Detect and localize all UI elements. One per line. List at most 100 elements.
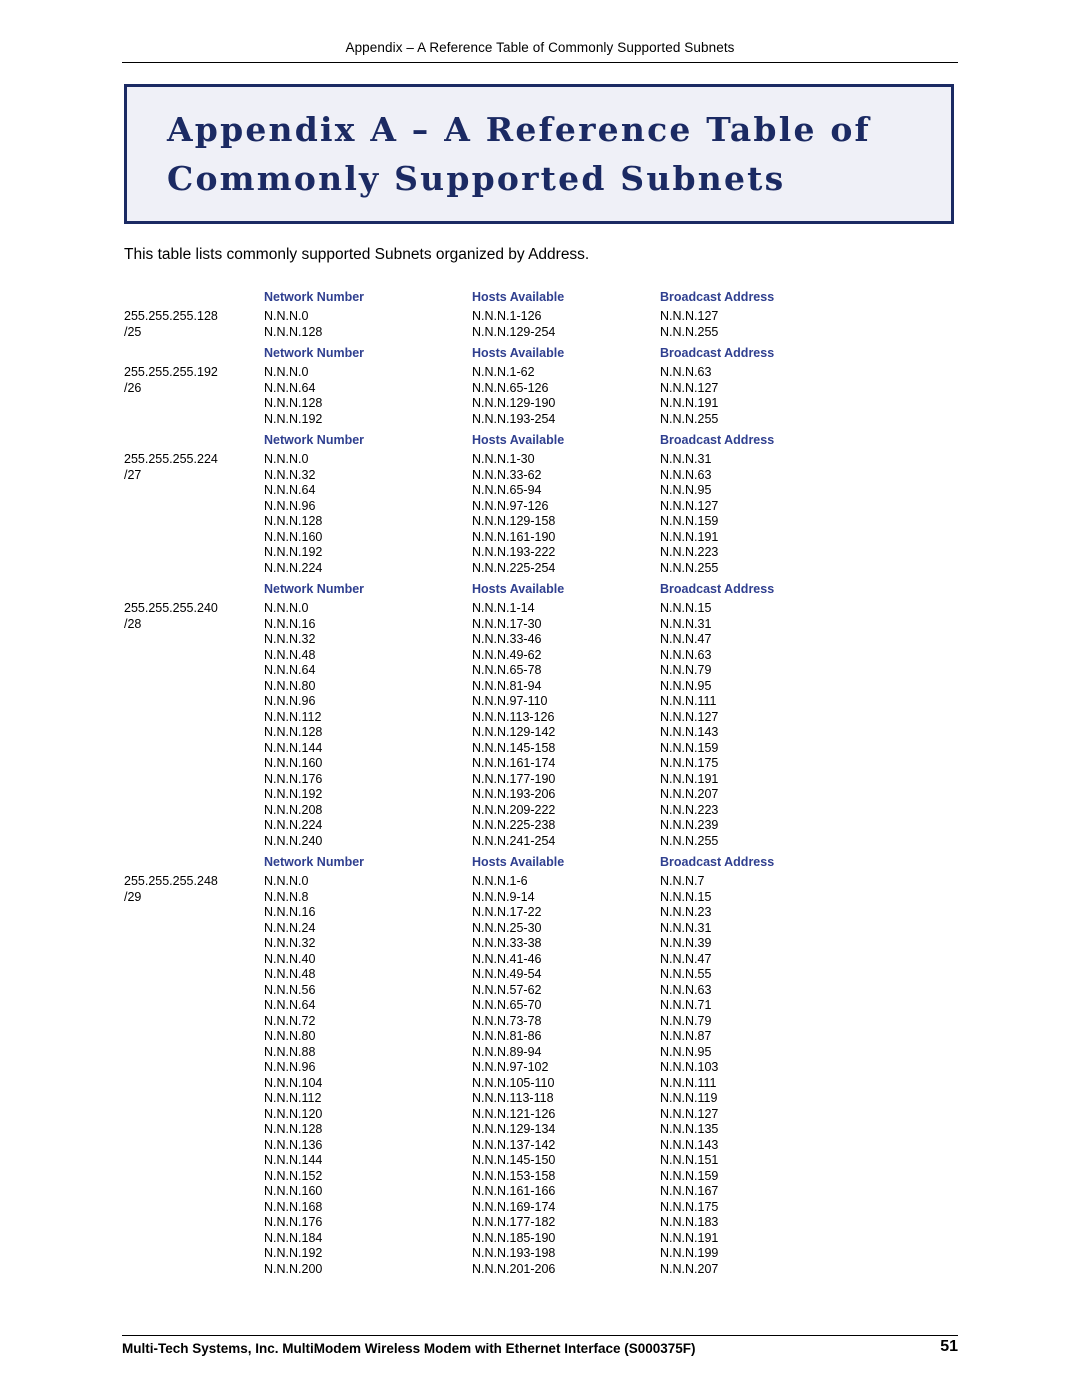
broadcast-address-cell: N.N.N.111 [660, 1075, 717, 1090]
table-row: N.N.N.192 N.N.N.193-254 N.N.N.255 [122, 412, 958, 428]
network-number-cell: N.N.N.80 [264, 678, 316, 693]
network-number-cell: N.N.N.208 [264, 802, 323, 817]
network-number-cell: N.N.N.160 [264, 529, 323, 544]
broadcast-address-cell: N.N.N.127 [660, 498, 719, 513]
table-header-row: Network Number Hosts Available Broadcast A… [122, 855, 958, 874]
network-number-cell: N.N.N.96 [264, 694, 316, 708]
broadcast-address-cell: N.N.N.95 [660, 1044, 712, 1059]
hosts-available-cell: N.N.N.97-102 [472, 1060, 549, 1074]
hosts-available-cell: N.N.N.177-190 [472, 771, 556, 786]
hosts-available-cell: N.N.N.225-254 [472, 560, 556, 575]
table-row: N.N.N.160 N.N.N.161-174 N.N.N.175 [122, 756, 958, 772]
network-number-cell: N.N.N.0 [264, 874, 309, 888]
broadcast-address-cell: N.N.N.79 [660, 1013, 712, 1028]
network-number-cell: N.N.N.128 [264, 396, 323, 410]
network-number-cell: N.N.N.192 [264, 787, 323, 801]
table-row: /25 N.N.N.128 N.N.N.129-254 N.N.N.255 [122, 325, 958, 341]
hosts-available-cell: N.N.N.25-30 [472, 920, 542, 935]
hosts-available-cell: N.N.N.193-222 [472, 545, 556, 559]
broadcast-address-cell: N.N.N.207 [660, 787, 719, 801]
table-row: N.N.N.40 N.N.N.41-46 N.N.N.47 [122, 952, 958, 968]
network-number-cell: N.N.N.0 [264, 601, 309, 615]
hosts-available-cell: N.N.N.113-118 [472, 1091, 554, 1105]
broadcast-address-cell: N.N.N.55 [660, 967, 712, 981]
subnet-mask-cell: 255.255.255.128 [124, 309, 218, 323]
hosts-available-cell: N.N.N.129-134 [472, 1122, 556, 1136]
network-number-cell: N.N.N.144 [264, 740, 323, 755]
hosts-available-cell: N.N.N.129-190 [472, 396, 556, 410]
network-number-cell: N.N.N.16 [264, 616, 316, 631]
hosts-available-cell: N.N.N.153-158 [472, 1168, 556, 1183]
table-row: N.N.N.160 N.N.N.161-190 N.N.N.191 [122, 530, 958, 546]
network-number-cell: N.N.N.192 [264, 1246, 323, 1260]
table-row: N.N.N.136 N.N.N.137-142 N.N.N.143 [122, 1138, 958, 1154]
page-number: 51 [940, 1338, 958, 1355]
hosts-available-cell: N.N.N.137-142 [472, 1137, 556, 1152]
network-number-cell: N.N.N.160 [264, 756, 323, 770]
page-title-line-1: Appendix A – A Reference Table of [167, 110, 871, 149]
network-number-cell: N.N.N.0 [264, 365, 309, 379]
network-number-cell: N.N.N.96 [264, 1060, 316, 1074]
table-row: N.N.N.128 N.N.N.129-158 N.N.N.159 [122, 514, 958, 530]
table-row: N.N.N.128 N.N.N.129-134 N.N.N.135 [122, 1122, 958, 1138]
broadcast-address-cell: N.N.N.183 [660, 1215, 719, 1229]
hosts-available-cell: N.N.N.113-126 [472, 709, 555, 724]
subnet-mask-cell: 255.255.255.248 [124, 874, 218, 888]
table-row: N.N.N.176 N.N.N.177-182 N.N.N.183 [122, 1215, 958, 1231]
column-header-network-number: Network Number [264, 582, 365, 596]
hosts-available-cell: N.N.N.121-126 [472, 1106, 556, 1121]
subnet-mask-cell: 255.255.255.224 [124, 452, 218, 466]
hosts-available-cell: N.N.N.33-46 [472, 632, 542, 646]
network-number-cell: N.N.N.152 [264, 1168, 323, 1183]
broadcast-address-cell: N.N.N.15 [660, 889, 712, 904]
table-row: N.N.N.96 N.N.N.97-110 N.N.N.111 [122, 694, 958, 710]
network-number-cell: N.N.N.64 [264, 380, 316, 395]
document-page: Appendix – A Reference Table of Commonly… [0, 0, 1080, 1397]
broadcast-address-cell: N.N.N.207 [660, 1261, 719, 1276]
broadcast-address-cell: N.N.N.127 [660, 1106, 719, 1121]
column-header-broadcast-address: Broadcast Address [660, 433, 775, 447]
broadcast-address-cell: N.N.N.191 [660, 529, 719, 544]
network-number-cell: N.N.N.32 [264, 632, 316, 646]
table-row: /26 N.N.N.64 N.N.N.65-126 N.N.N.127 [122, 381, 958, 397]
network-number-cell: N.N.N.32 [264, 936, 316, 950]
broadcast-address-cell: N.N.N.191 [660, 396, 719, 410]
broadcast-address-cell: N.N.N.95 [660, 483, 712, 497]
network-number-cell: N.N.N.112 [264, 709, 322, 724]
hosts-available-cell: N.N.N.161-190 [472, 529, 556, 544]
table-row: N.N.N.192 N.N.N.193-198 N.N.N.199 [122, 1246, 958, 1262]
table-header-row: Network Number Hosts Available Broadcast A… [122, 346, 958, 365]
broadcast-address-cell: N.N.N.119 [660, 1091, 718, 1105]
column-header-broadcast-address: Broadcast Address [660, 855, 775, 869]
broadcast-address-cell: N.N.N.159 [660, 1168, 719, 1183]
hosts-available-cell: N.N.N.89-94 [472, 1044, 542, 1059]
hosts-available-cell: N.N.N.81-94 [472, 678, 542, 693]
column-header-network-number: Network Number [264, 346, 365, 360]
table-row: N.N.N.168 N.N.N.169-174 N.N.N.175 [122, 1200, 958, 1216]
table-row: /27 N.N.N.32 N.N.N.33-62 N.N.N.63 [122, 468, 958, 484]
column-header-network-number: Network Number [264, 433, 365, 447]
network-number-cell: N.N.N.40 [264, 951, 316, 966]
broadcast-address-cell: N.N.N.71 [660, 998, 712, 1012]
broadcast-address-cell: N.N.N.63 [660, 982, 712, 997]
network-number-cell: N.N.N.136 [264, 1137, 323, 1152]
table-row: N.N.N.112 N.N.N.113-126 N.N.N.127 [122, 710, 958, 726]
table-row: N.N.N.32 N.N.N.33-46 N.N.N.47 [122, 632, 958, 648]
appendix-title-box: Appendix A – A Reference Table of Common… [124, 84, 954, 224]
hosts-available-cell: N.N.N.65-78 [472, 663, 542, 677]
broadcast-address-cell: N.N.N.127 [660, 380, 719, 395]
hosts-available-cell: N.N.N.241-254 [472, 833, 556, 848]
network-number-cell: N.N.N.8 [264, 889, 309, 904]
hosts-available-cell: N.N.N.65-94 [472, 483, 542, 497]
network-number-cell: N.N.N.192 [264, 545, 323, 559]
hosts-available-cell: N.N.N.65-126 [472, 380, 549, 395]
broadcast-address-cell: N.N.N.127 [660, 709, 719, 724]
hosts-available-cell: N.N.N.57-62 [472, 982, 542, 997]
table-row: 255.255.255.192 N.N.N.0 N.N.N.1-62 N.N.N.63 [122, 365, 958, 381]
table-row: /28 N.N.N.16 N.N.N.17-30 N.N.N.31 [122, 617, 958, 633]
header-divider [122, 62, 958, 63]
network-number-cell: N.N.N.128 [264, 514, 323, 528]
hosts-available-cell: N.N.N.129-158 [472, 514, 556, 528]
hosts-available-cell: N.N.N.105-110 [472, 1075, 555, 1090]
table-row: 255.255.255.224 N.N.N.0 N.N.N.1-30 N.N.N.31 [122, 452, 958, 468]
